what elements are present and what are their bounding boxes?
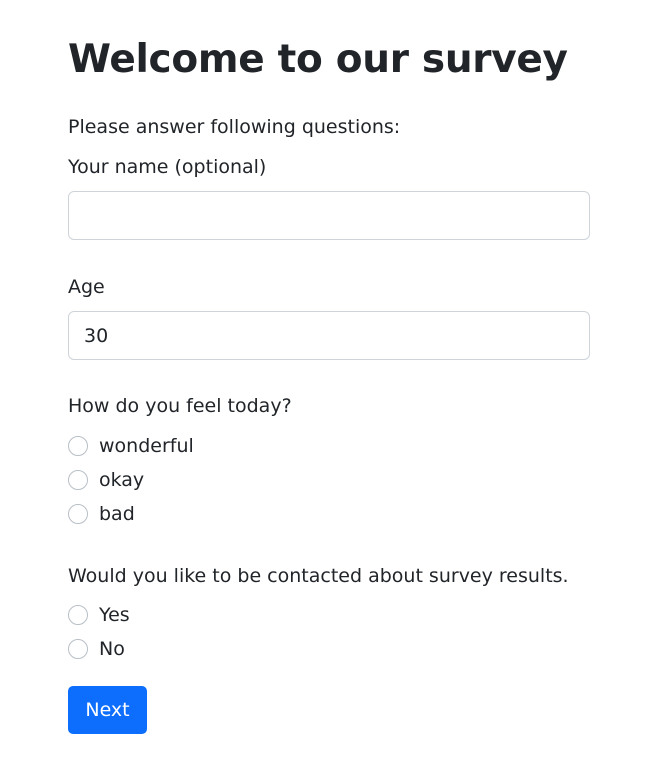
radio-label: wonderful xyxy=(99,435,194,457)
name-input[interactable] xyxy=(68,191,590,240)
radio-button[interactable] xyxy=(68,605,88,625)
radio-button[interactable] xyxy=(68,470,88,490)
radio-button[interactable] xyxy=(68,504,88,524)
radio-label: okay xyxy=(99,469,145,491)
intro-text: Please answer following questions: xyxy=(68,116,401,138)
feel-option-wonderful[interactable]: wonderful xyxy=(68,434,194,458)
age-label: Age xyxy=(68,276,105,298)
feel-option-bad[interactable]: bad xyxy=(68,502,135,526)
radio-label: Yes xyxy=(99,604,130,626)
name-label: Your name (optional) xyxy=(68,156,267,178)
age-input[interactable] xyxy=(68,311,590,360)
survey-form: Welcome to our survey Please answer foll… xyxy=(0,0,646,777)
feel-question: How do you feel today? xyxy=(68,395,292,417)
radio-button[interactable] xyxy=(68,639,88,659)
contact-option-yes[interactable]: Yes xyxy=(68,603,130,627)
contact-option-no[interactable]: No xyxy=(68,637,125,661)
page-title: Welcome to our survey xyxy=(68,37,568,82)
feel-option-okay[interactable]: okay xyxy=(68,468,144,492)
radio-label: bad xyxy=(99,503,135,525)
contact-question: Would you like to be contacted about sur… xyxy=(68,565,569,587)
radio-button[interactable] xyxy=(68,436,88,456)
radio-label: No xyxy=(99,638,125,660)
next-button[interactable]: Next xyxy=(68,686,147,734)
